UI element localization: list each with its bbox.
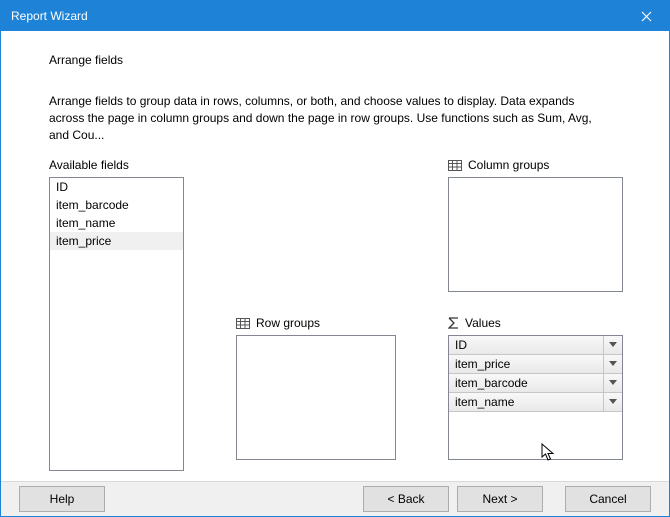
- title-bar[interactable]: Report Wizard: [1, 1, 669, 31]
- value-row[interactable]: ID: [449, 336, 622, 355]
- value-cell: ID: [449, 336, 604, 354]
- values-panel: Values IDitem_priceitem_barcodeitem_name: [448, 315, 623, 460]
- value-row[interactable]: item_barcode: [449, 374, 622, 393]
- chevron-down-icon: [609, 342, 617, 348]
- available-fields-listbox[interactable]: IDitem_barcodeitem_nameitem_price: [49, 177, 184, 471]
- column-groups-panel: Column groups: [448, 157, 623, 292]
- chevron-down-icon: [609, 399, 617, 405]
- row-groups-panel: Row groups: [236, 315, 396, 460]
- value-dropdown-button[interactable]: [604, 393, 622, 411]
- value-dropdown-button[interactable]: [604, 355, 622, 373]
- values-label: Values: [448, 315, 623, 331]
- list-item[interactable]: item_price: [50, 232, 183, 250]
- list-item[interactable]: ID: [50, 178, 183, 196]
- back-button[interactable]: < Back: [363, 486, 449, 512]
- value-cell: item_price: [449, 355, 604, 373]
- value-row[interactable]: item_price: [449, 355, 622, 374]
- value-dropdown-button[interactable]: [604, 336, 622, 354]
- value-cell: item_name: [449, 393, 604, 411]
- chevron-down-icon: [609, 380, 617, 386]
- value-dropdown-button[interactable]: [604, 374, 622, 392]
- next-button[interactable]: Next >: [457, 486, 543, 512]
- report-wizard-window: Report Wizard Arrange fields Arrange fie…: [0, 0, 670, 517]
- list-item[interactable]: item_barcode: [50, 196, 183, 214]
- footer-button-bar: Help < Back Next > Cancel: [1, 481, 669, 516]
- window-title: Report Wizard: [11, 9, 88, 23]
- available-fields-label: Available fields: [49, 157, 184, 173]
- list-item[interactable]: item_name: [50, 214, 183, 232]
- sigma-icon: [448, 317, 459, 329]
- cancel-button[interactable]: Cancel: [565, 486, 651, 512]
- available-fields-panel: Available fields IDitem_barcodeitem_name…: [49, 157, 184, 471]
- column-groups-listbox[interactable]: [448, 177, 623, 292]
- value-row[interactable]: item_name: [449, 393, 622, 412]
- row-groups-listbox[interactable]: [236, 335, 396, 460]
- close-icon: [641, 11, 652, 22]
- row-groups-label: Row groups: [236, 315, 396, 331]
- page-description: Arrange fields to group data in rows, co…: [49, 93, 609, 143]
- value-cell: item_barcode: [449, 374, 604, 392]
- content-area: Arrange fields Arrange fields to group d…: [1, 31, 669, 481]
- page-heading: Arrange fields: [49, 53, 637, 67]
- fields-layout: Available fields IDitem_barcodeitem_name…: [49, 157, 637, 471]
- chevron-down-icon: [609, 361, 617, 367]
- table-icon: [236, 318, 250, 329]
- close-button[interactable]: [624, 1, 669, 31]
- help-button[interactable]: Help: [19, 486, 105, 512]
- column-groups-label: Column groups: [448, 157, 623, 173]
- table-icon: [448, 160, 462, 171]
- values-listbox[interactable]: IDitem_priceitem_barcodeitem_name: [448, 335, 623, 460]
